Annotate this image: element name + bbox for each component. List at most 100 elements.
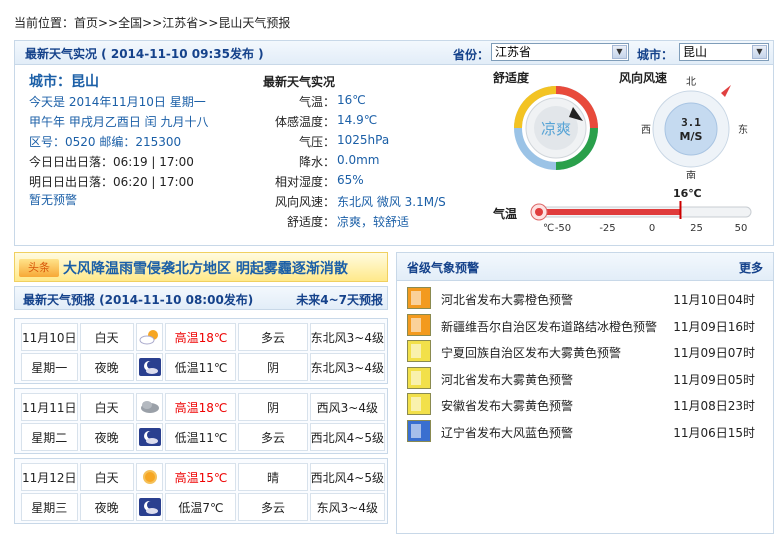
detail-value: 16℃ [337,93,366,107]
moon-cloud-icon [138,428,161,446]
fog-yellow-icon [407,340,431,362]
detail-row: 降水： 0.0mm [255,153,495,171]
alert-text[interactable]: 河北省发布大雾黄色预警 [441,371,573,388]
headline-tag: 头条 [19,259,59,277]
forecast-weather: 晴 [238,463,308,491]
temp-bar-value: 16℃ [673,187,702,200]
detail-label: 气压： [298,135,335,149]
forecast-row: 11月11日 白天 高温18℃ 阴西风3~4级 [21,393,385,421]
detail-row: 相对湿度： 65% [255,173,495,191]
temp-tick-label: 0 [649,223,655,234]
city-label: 城市： [637,48,674,62]
forecast-date: 11月12日 [21,463,78,491]
compass-west: 西 [641,125,651,136]
road-ice-orange-icon [407,313,431,336]
temp-bar-label: 气温 [493,207,518,221]
headline-text[interactable]: 大风降温雨雪侵袭北方地区 明起雾霾逐渐消散 [63,258,348,278]
forecast-row: 11月12日 白天 高温15℃ 晴西北风4~5级 [21,463,385,491]
area-codes: 区号：0520 邮编：215300 [29,135,182,149]
live-weather-panel: 最新天气实况 ( 2014-11-10 09:35发布 ) 省份： 江苏省 ▼ 城… [14,40,774,246]
overcast-icon [139,398,161,416]
forecast-period: 白天 [79,323,134,351]
forecast-weather: 多云 [238,423,308,451]
detail-row: 气温： 16℃ [255,93,495,111]
alert-icon-band [411,317,421,332]
headline-bar[interactable]: 头条 大风降温雨雪侵袭北方地区 明起雾霾逐渐消散 [14,252,388,282]
forecast-wind: 西风3~4级 [309,393,385,421]
detail-value: 65% [337,173,364,187]
temp-bar-fill [539,209,681,215]
province-select[interactable]: 江苏省 ▼ [491,43,629,61]
alert-item[interactable]: 安徽省发布大雾黄色预警 11月08日23时 [407,393,765,415]
today-date: 今天是 2014年11月10日 星期一 [29,95,206,109]
chevron-down-icon: ▼ [612,45,627,59]
wind-compass: 北 南 东 西 3.1 M/S [641,76,748,179]
temp-bulb-core [535,208,543,216]
forecast-period: 白天 [79,463,134,491]
fog-yellow-icon [407,393,431,415]
forecast-wind: 东北风3~4级 [309,353,385,381]
forecast-period: 夜晚 [79,353,134,381]
forecast-wind: 东北风3~4级 [309,323,385,351]
breadcrumb-home-link[interactable]: 首页 [74,16,98,30]
forecast-weather: 阴 [238,353,308,381]
sun-times-tomorrow: 明日日出日落：06:20 | 17:00 [29,175,194,189]
alert-icon-band [411,370,421,385]
alert-date: 11月06日15时 [673,425,755,440]
forecast-temp: 高温18℃ [165,393,237,421]
province-label: 省份： [453,48,490,62]
breadcrumb-country-link[interactable]: 全国 [118,16,142,30]
alert-date: 11月09日05时 [673,372,755,387]
sun-cloud-icon [139,328,161,346]
alert-item[interactable]: 宁夏回族自治区发布大雾黄色预警 11月09日07时 [407,340,765,362]
alerts-more-link[interactable]: 更多 [739,259,763,276]
temp-tick-label: -50 [555,223,571,234]
fog-yellow-icon [407,366,431,389]
breadcrumb: 当前位置：首页>>全国>>江苏省>>昆山天气预报 [14,14,290,31]
forecast-table: 11月12日 白天 高温15℃ 晴西北风4~5级 星期三 夜晚 低温7℃ 多云 东风3~4级 [19,461,387,523]
alert-text[interactable]: 安徽省发布大雾黄色预警 [441,397,573,414]
forecast-row: 11月10日 白天 高温18℃ 多云 东北风3~4级 [21,323,385,351]
comfort-value: 凉爽 [541,120,571,138]
live-weather-title: 最新天气实况 ( 2014-11-10 09:35发布 ) [25,47,264,61]
forecast-temp: 低温11℃ [165,353,237,381]
detail-label: 风向风速： [274,195,335,209]
live-weather-header: 最新天气实况 ( 2014-11-10 09:35发布 ) 省份： 江苏省 ▼ 城… [15,41,773,65]
detail-row: 风向风速： 东北风 微风 3.1M/S [255,193,495,211]
detail-label: 降水： [298,155,335,169]
detail-label: 气温： [298,95,335,109]
alerts-title: 省级气象预警 [407,261,480,275]
detail-title: 最新天气实况 [263,75,336,89]
alert-text[interactable]: 宁夏回族自治区发布大雾黄色预警 [441,344,621,361]
warning-status[interactable]: 暂无预警 [29,191,77,208]
alerts-header: 省级气象预警 更多 [397,253,773,281]
forecast-table: 11月10日 白天 高温18℃ 多云 东北风3~4级 星期一 夜晚 低温11℃ 阴东北风3~4级 [19,321,387,383]
forecast-day: 11月10日 白天 高温18℃ 多云 东北风3~4级 星期一 夜晚 低温11℃ 阴东北风3~4级 [14,318,388,384]
alerts-panel: 省级气象预警 更多 河北省发布大雾橙色预警 11月10日04时 新疆维吾尔自治区发布… [396,252,774,534]
breadcrumb-province-link[interactable]: 江苏省 [162,16,198,30]
sun-times-today: 今日日出日落：06:19 | 17:00 [29,155,194,169]
alert-text[interactable]: 河北省发布大雾橙色预警 [441,291,573,308]
forecast-more-link[interactable]: 未来4~7天预报 [296,291,383,308]
forecast-weekday: 星期二 [21,423,78,451]
detail-row: 气压： 1025hPa [255,133,495,151]
forecast-icon-cell [135,463,164,491]
temp-thermometer: ℃ -50 -25 0 25 50 [530,201,752,234]
city-select[interactable]: 昆山 ▼ [679,43,769,61]
alert-item[interactable]: 河北省发布大雾黄色预警 11月09日05时 [407,366,765,389]
alert-item[interactable]: 河北省发布大雾橙色预警 11月10日04时 [407,287,765,309]
alert-icon-band [411,344,421,358]
detail-label: 舒适度： [286,215,335,229]
forecast-wind: 西北风4~5级 [309,463,385,491]
forecast-row: 星期三 夜晚 低温7℃ 多云 东风3~4级 [21,493,385,521]
wind-speed-unit: M/S [680,130,703,143]
alert-text[interactable]: 新疆维吾尔自治区发布道路结冰橙色预警 [441,318,657,335]
alert-item[interactable]: 辽宁省发布大风蓝色预警 11月06日15时 [407,419,765,442]
alert-text[interactable]: 辽宁省发布大风蓝色预警 [441,424,573,441]
city-select-value: 昆山 [683,45,708,59]
alert-item[interactable]: 新疆维吾尔自治区发布道路结冰橙色预警 11月09日16时 [407,313,765,336]
forecast-wind: 西北风4~5级 [309,423,385,451]
province-select-value: 江苏省 [495,45,532,59]
forecast-day: 11月12日 白天 高温15℃ 晴西北风4~5级 星期三 夜晚 低温7℃ 多云 东风3~4级 [14,458,388,524]
forecast-period: 白天 [79,393,134,421]
